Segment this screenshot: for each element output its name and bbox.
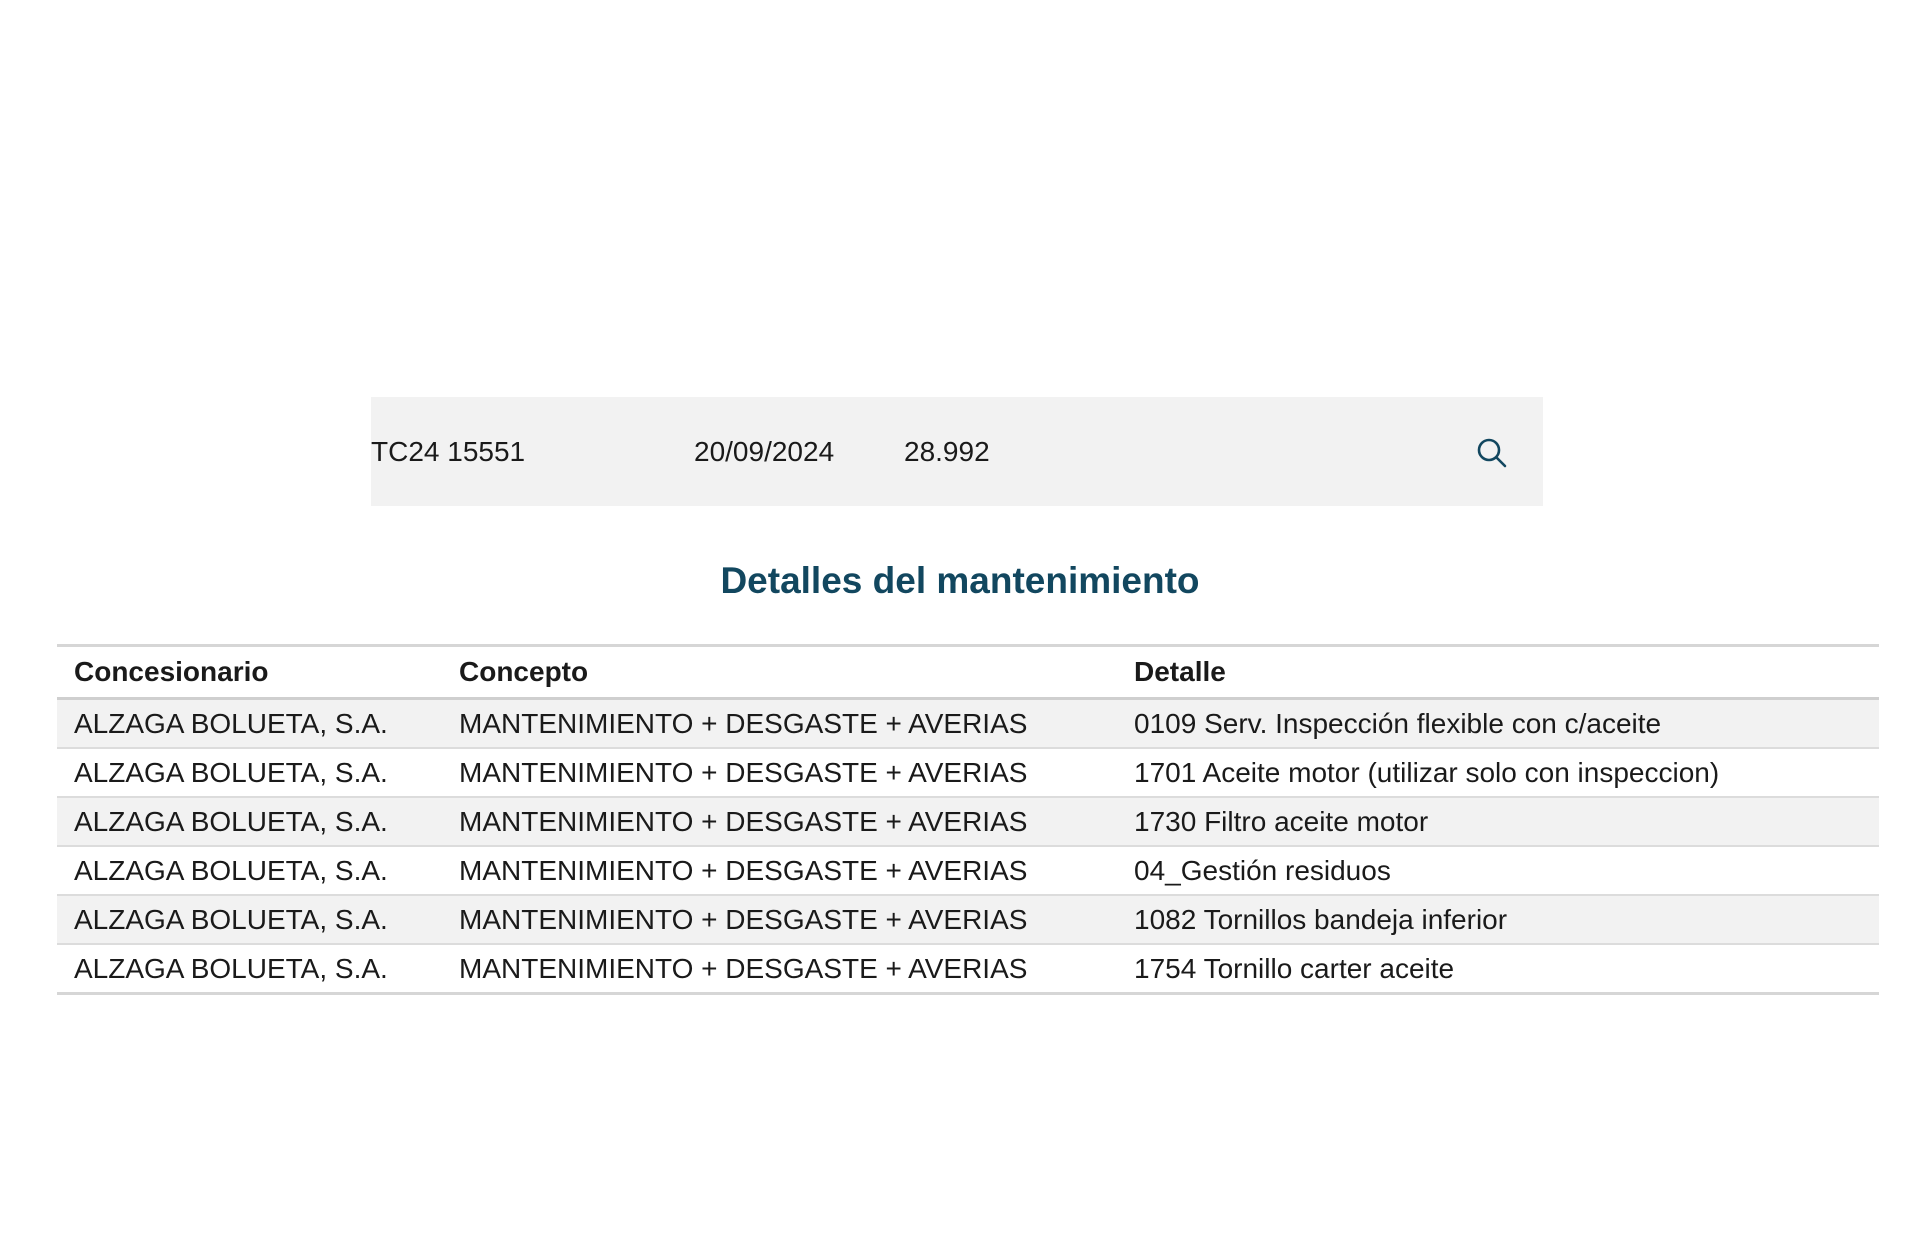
maintenance-date: 20/09/2024 [694, 436, 835, 467]
search-icon [1477, 438, 1507, 468]
cell-dealer: ALZAGA BOLUETA, S.A. [74, 805, 388, 837]
table-row: ALZAGA BOLUETA, S.A. MANTENIMIENTO + DES… [57, 944, 1879, 994]
cell-concept: MANTENIMIENTO + DESGASTE + AVERIAS [459, 903, 1028, 935]
header-concept: Concepto [459, 656, 589, 687]
maintenance-reference: TC24 15551 [371, 436, 526, 467]
cell-concept: MANTENIMIENTO + DESGASTE + AVERIAS [459, 805, 1028, 837]
cell-dealer: ALZAGA BOLUETA, S.A. [74, 854, 388, 886]
cell-detail: 0109 Serv. Inspección flexible con c/ace… [1134, 707, 1662, 739]
cell-concept: MANTENIMIENTO + DESGASTE + AVERIAS [459, 854, 1028, 886]
cell-detail: 1730 Filtro aceite motor [1134, 805, 1429, 837]
maintenance-mileage: 28.992 [904, 436, 990, 467]
maintenance-details-table: Concesionario Concepto Detalle ALZAGA BO… [57, 644, 1879, 995]
table-row: ALZAGA BOLUETA, S.A. MANTENIMIENTO + DES… [57, 895, 1879, 944]
cell-dealer: ALZAGA BOLUETA, S.A. [74, 707, 388, 739]
cell-dealer: ALZAGA BOLUETA, S.A. [74, 756, 388, 788]
header-detail: Detalle [1134, 656, 1226, 687]
section-title: Detalles del mantenimiento [720, 560, 1200, 601]
table-row: ALZAGA BOLUETA, S.A. MANTENIMIENTO + DES… [57, 748, 1879, 797]
cell-detail: 1082 Tornillos bandeja inferior [1134, 903, 1508, 935]
cell-concept: MANTENIMIENTO + DESGASTE + AVERIAS [459, 707, 1028, 739]
cell-concept: MANTENIMIENTO + DESGASTE + AVERIAS [459, 952, 1028, 984]
table-row: ALZAGA BOLUETA, S.A. MANTENIMIENTO + DES… [57, 846, 1879, 895]
cell-dealer: ALZAGA BOLUETA, S.A. [74, 903, 388, 935]
cell-dealer: ALZAGA BOLUETA, S.A. [74, 952, 388, 984]
table-row: ALZAGA BOLUETA, S.A. MANTENIMIENTO + DES… [57, 698, 1879, 748]
cell-detail: 1754 Tornillo carter aceite [1134, 952, 1455, 984]
table-header-row: Concesionario Concepto Detalle [57, 645, 1879, 699]
maintenance-summary-row: TC24 15551 20/09/2024 28.992 [371, 397, 1543, 506]
cell-concept: MANTENIMIENTO + DESGASTE + AVERIAS [459, 756, 1028, 788]
cell-detail: 04_Gestión residuos [1134, 854, 1391, 886]
cell-detail: 1701 Aceite motor (utilizar solo con ins… [1134, 756, 1720, 788]
header-dealer: Concesionario [74, 656, 269, 687]
table-row: ALZAGA BOLUETA, S.A. MANTENIMIENTO + DES… [57, 797, 1879, 846]
view-details-button[interactable] [1472, 433, 1512, 473]
